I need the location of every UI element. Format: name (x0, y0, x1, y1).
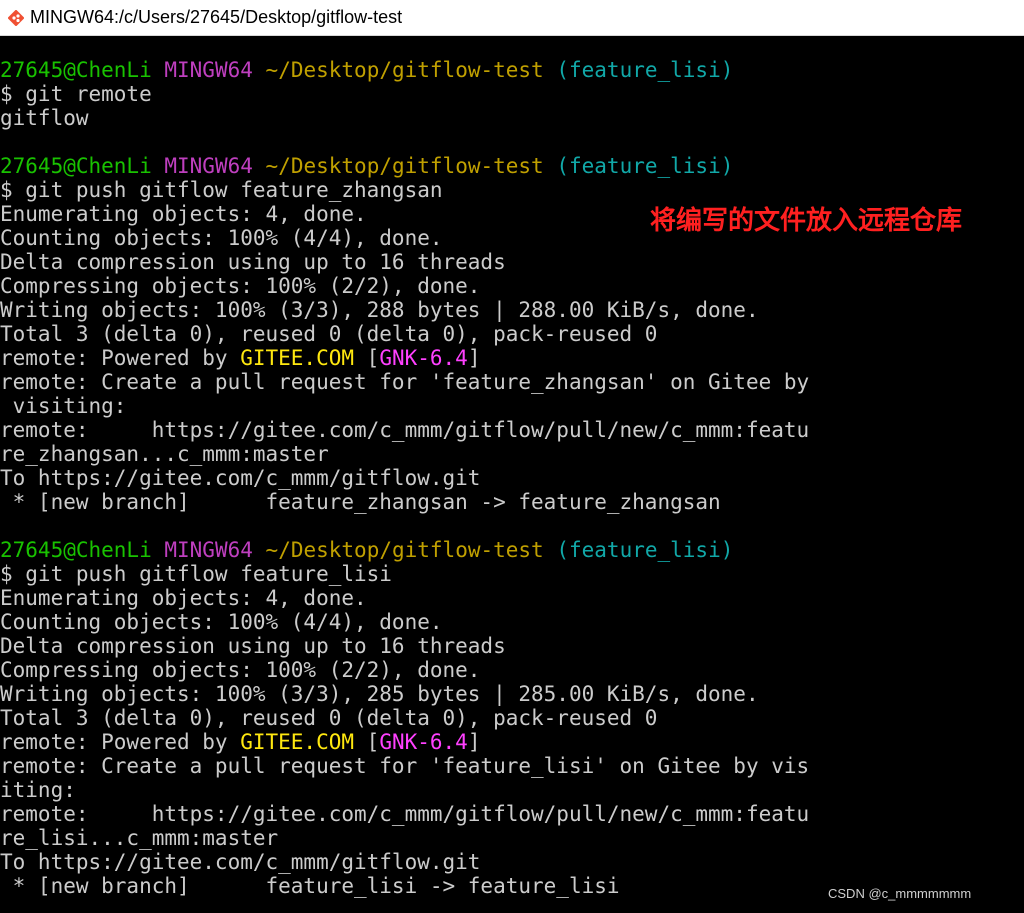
csdn-watermark: CSDN @c_mmmmmmm (828, 886, 972, 901)
prompt-line: 27645@ChenLi MINGW64 ~/Desktop/gitflow-t… (0, 538, 734, 562)
output-line: remote: Powered by GITEE.COM [GNK-6.4] (0, 346, 481, 370)
git-bash-icon (7, 9, 25, 26)
output-line: Writing objects: 100% (3/3), 288 bytes |… (0, 298, 759, 322)
output-line: Writing objects: 100% (3/3), 285 bytes |… (0, 682, 759, 706)
window-titlebar: MINGW64:/c/Users/27645/Desktop/gitflow-t… (0, 0, 1024, 36)
output-line: gitflow (0, 106, 89, 130)
output-line: Counting objects: 100% (4/4), done. (0, 610, 443, 634)
output-line: remote: Create a pull request for 'featu… (0, 370, 810, 394)
output-line: Compressing objects: 100% (2/2), done. (0, 658, 481, 682)
output-line: re_lisi...c_mmm:master (0, 826, 279, 850)
output-line: iting: (0, 778, 76, 802)
output-line: Delta compression using up to 16 threads (0, 250, 506, 274)
command-line: $ git push gitflow feature_lisi (0, 562, 392, 586)
output-line: Total 3 (delta 0), reused 0 (delta 0), p… (0, 322, 658, 346)
command-line: $ git remote (0, 82, 152, 106)
output-line: visiting: (0, 394, 127, 418)
output-line: To https://gitee.com/c_mmm/gitflow.git (0, 466, 481, 490)
output-line: remote: https://gitee.com/c_mmm/gitflow/… (0, 418, 810, 442)
output-line: remote: Powered by GITEE.COM [GNK-6.4] (0, 730, 481, 754)
terminal-output[interactable]: 27645@ChenLi MINGW64 ~/Desktop/gitflow-t… (0, 58, 1024, 913)
output-line: * [new branch] feature_zhangsan -> featu… (0, 490, 721, 514)
output-line: remote: https://gitee.com/c_mmm/gitflow/… (0, 802, 810, 826)
output-line: To https://gitee.com/c_mmm/gitflow.git (0, 850, 481, 874)
red-annotation-text: 将编写的文件放入远程仓库 (650, 206, 963, 236)
prompt-line: 27645@ChenLi MINGW64 ~/Desktop/gitflow-t… (0, 58, 734, 82)
output-line: Total 3 (delta 0), reused 0 (delta 0), p… (0, 706, 658, 730)
output-line: Delta compression using up to 16 threads (0, 634, 506, 658)
output-line: Enumerating objects: 4, done. (0, 586, 367, 610)
output-line: re_zhangsan...c_mmm:master (0, 442, 329, 466)
command-line: $ git push gitflow feature_zhangsan (0, 178, 443, 202)
prompt-line: 27645@ChenLi MINGW64 ~/Desktop/gitflow-t… (0, 154, 734, 178)
window-title: MINGW64:/c/Users/27645/Desktop/gitflow-t… (30, 7, 403, 27)
output-line: remote: Create a pull request for 'featu… (0, 754, 810, 778)
output-line: Compressing objects: 100% (2/2), done. (0, 274, 481, 298)
